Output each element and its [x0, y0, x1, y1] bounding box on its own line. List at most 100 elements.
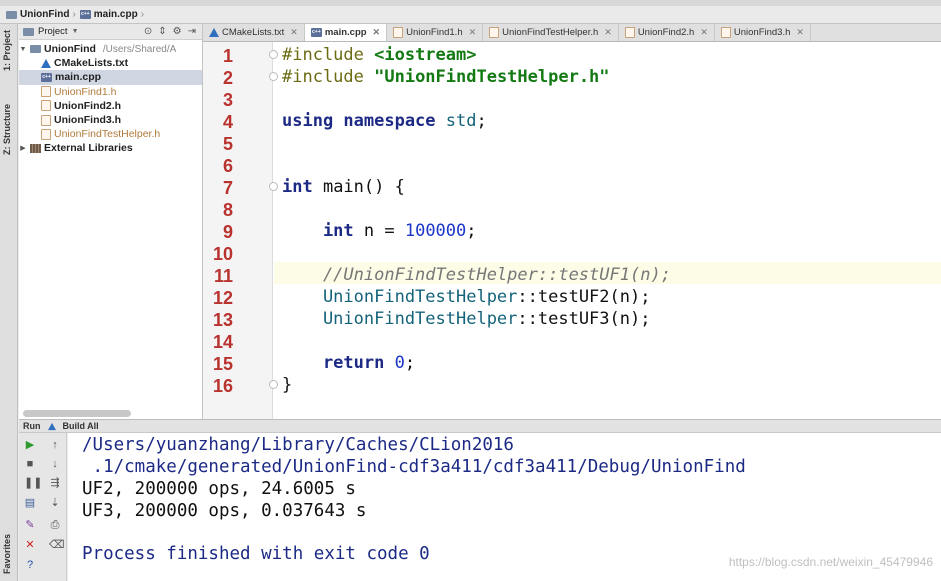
project-tool-tab[interactable]: 1: Project	[2, 30, 12, 71]
fold-marker-icon[interactable]	[269, 182, 278, 191]
close-icon[interactable]: ✕	[796, 27, 804, 38]
print-icon[interactable]: ⎙	[49, 519, 61, 531]
header-file-icon	[489, 27, 500, 38]
line-number: 5	[222, 134, 233, 154]
header-file-icon	[41, 100, 51, 112]
code-line: using namespace std;	[282, 111, 487, 131]
line-number: 11	[213, 266, 233, 286]
collapse-icon[interactable]: ⇕	[158, 26, 166, 37]
tab-label: UnionFind3.h	[733, 27, 791, 38]
run-configuration-label[interactable]: Build All	[63, 421, 99, 431]
tree-root-unionfind[interactable]: ▼ UnionFind /Users/Shared/A	[19, 42, 202, 56]
tab-main-cpp[interactable]: c++ main.cpp ✕	[304, 24, 388, 41]
cmake-icon	[47, 422, 56, 430]
tab-unionfind1[interactable]: UnionFind1.h ✕	[387, 24, 484, 41]
target-icon[interactable]: ⊙	[144, 26, 152, 37]
tree-root-path: /Users/Shared/A	[102, 43, 177, 55]
project-folder-icon	[23, 27, 34, 36]
tab-unionfindtesthelper[interactable]: UnionFindTestHelper.h ✕	[483, 24, 619, 41]
tab-unionfind2[interactable]: UnionFind2.h ✕	[619, 24, 715, 41]
line-number: 9	[222, 222, 233, 242]
close-icon[interactable]: ✕	[24, 539, 36, 551]
project-panel-title[interactable]: Project	[38, 26, 68, 37]
tree-item-external-libraries[interactable]: ▶ External Libraries	[19, 141, 202, 155]
layout-icon[interactable]: ▤	[24, 497, 36, 509]
run-console[interactable]: /Users/yuanzhang/Library/Caches/CLion201…	[68, 433, 941, 581]
tree-item-cmakelists[interactable]: CMakeLists.txt	[19, 56, 202, 70]
breadcrumb-file[interactable]: c++ main.cpp ›	[79, 9, 145, 20]
code-line: #include "UnionFindTestHelper.h"	[282, 67, 610, 87]
horizontal-scrollbar[interactable]	[23, 410, 131, 417]
close-icon[interactable]: ✕	[290, 27, 298, 38]
close-icon[interactable]: ✕	[469, 27, 477, 38]
tree-item-label: UnionFind1.h	[54, 85, 117, 98]
code-line: #include <iostream>	[282, 45, 477, 65]
soft-wrap-icon[interactable]: ⇶	[49, 477, 61, 489]
structure-tool-tab[interactable]: Z: Structure	[2, 104, 12, 155]
code-line: }	[282, 375, 293, 395]
header-file-icon	[720, 27, 731, 38]
watermark: https://blog.csdn.net/weixin_45479946	[728, 555, 933, 569]
header-file-icon	[41, 86, 51, 98]
tree-item-unionfindtesthelper[interactable]: UnionFindTestHelper.h	[19, 127, 202, 141]
tree-item-unionfind1[interactable]: UnionFind1.h	[19, 85, 202, 99]
scroll-up-icon[interactable]: ↑	[49, 439, 61, 451]
scroll-to-end-icon[interactable]: ⇣	[49, 497, 61, 509]
line-number: 16	[212, 376, 233, 396]
cpp-file-icon: c++	[41, 72, 52, 82]
tab-label: UnionFind2.h	[637, 27, 695, 38]
tree-item-main-cpp[interactable]: c++ main.cpp	[19, 70, 202, 85]
line-number: 7	[222, 178, 233, 198]
breadcrumb-separator: ›	[140, 9, 145, 20]
fold-marker-icon[interactable]	[269, 50, 278, 59]
breadcrumb-project[interactable]: UnionFind ›	[6, 9, 76, 20]
code-line: UnionFindTestHelper::testUF3(n);	[282, 309, 651, 329]
line-number: 12	[212, 288, 233, 308]
header-file-icon	[41, 128, 51, 140]
pin-icon[interactable]: ✎	[24, 519, 36, 531]
line-number: 2	[222, 68, 233, 88]
tab-cmakelists[interactable]: CMakeLists.txt ✕	[203, 24, 305, 41]
dropdown-arrow-icon[interactable]: ▼	[72, 28, 79, 35]
rerun-icon[interactable]: ▶	[24, 439, 36, 451]
console-line: UF2, 200000 ops, 24.6005 s	[82, 479, 356, 499]
header-file-icon	[41, 114, 51, 126]
close-icon[interactable]: ✕	[604, 27, 612, 38]
scroll-down-icon[interactable]: ↓	[49, 458, 61, 470]
close-icon[interactable]: ✕	[700, 27, 708, 38]
fold-marker-icon[interactable]	[269, 72, 278, 81]
line-number: 6	[222, 156, 233, 176]
expand-arrow-icon[interactable]: ▼	[19, 46, 27, 53]
cmake-icon	[41, 58, 51, 68]
tree-item-unionfind3[interactable]: UnionFind3.h	[19, 113, 202, 127]
stop-icon[interactable]: ■	[24, 458, 36, 470]
tree-item-label: main.cpp	[55, 71, 102, 84]
favorites-tool-tab[interactable]: Favorites	[2, 534, 12, 574]
tree-item-unionfind2[interactable]: UnionFind2.h	[19, 99, 202, 113]
run-toolbar: ▶ ■ ❚❚ ▤ ✎ ✕ ? ↑ ↓ ⇶ ⇣ ⎙ ⌫	[19, 433, 67, 581]
cpp-file-icon: c++	[310, 28, 322, 37]
hide-icon[interactable]: ⇥	[188, 26, 196, 37]
cmake-icon	[209, 28, 219, 37]
project-tree: ▼ UnionFind /Users/Shared/A CMakeLists.t…	[19, 40, 202, 156]
close-icon[interactable]: ✕	[373, 27, 381, 38]
line-number-gutter: 1 2 3 4 5 6 7 8 9 10 11 12 13 14 15 16	[203, 42, 278, 419]
pause-icon[interactable]: ❚❚	[24, 477, 42, 489]
fold-marker-icon[interactable]	[269, 380, 278, 389]
clear-icon[interactable]: ⌫	[49, 539, 65, 551]
tree-root-label: UnionFind	[44, 43, 96, 56]
expand-arrow-icon[interactable]: ▶	[19, 144, 27, 152]
tree-item-label: UnionFindTestHelper.h	[54, 128, 161, 141]
folder-icon	[30, 45, 41, 54]
breadcrumb: UnionFind › c++ main.cpp ›	[0, 6, 941, 24]
run-panel-title[interactable]: Run	[23, 421, 41, 431]
line-number: 8	[222, 200, 233, 220]
line-number: 10	[212, 244, 233, 264]
tab-unionfind3[interactable]: UnionFind3.h ✕	[715, 24, 811, 41]
help-icon[interactable]: ?	[24, 559, 36, 571]
console-line: .1/cmake/generated/UnionFind-cdf3a411/cd…	[82, 457, 746, 477]
line-number: 3	[222, 90, 233, 110]
line-number: 14	[212, 332, 233, 352]
code-editor[interactable]: 1 2 3 4 5 6 7 8 9 10 11 12 13 14 15 16 #…	[203, 42, 941, 419]
gear-icon[interactable]: ⚙	[173, 26, 182, 37]
